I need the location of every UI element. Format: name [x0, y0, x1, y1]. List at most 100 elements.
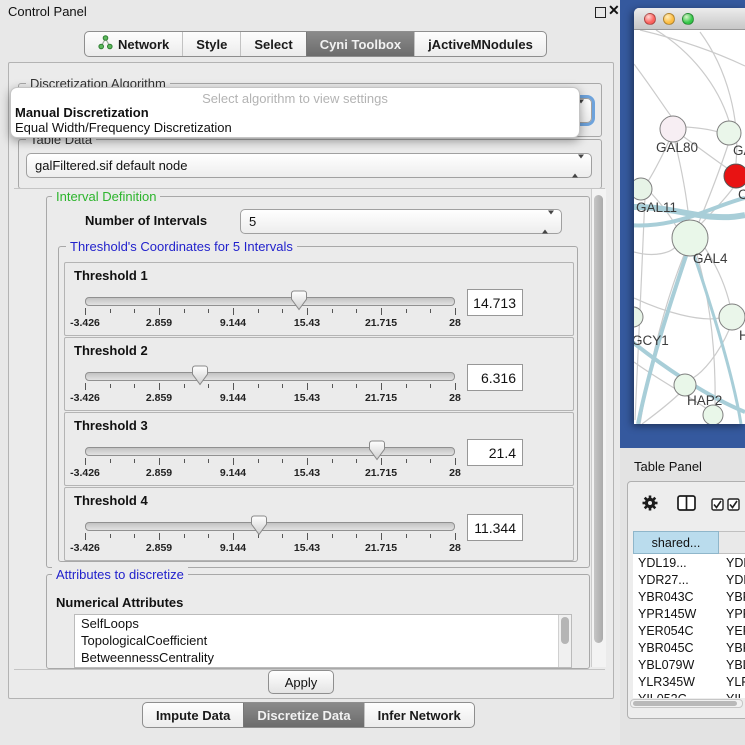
network-node-c[interactable]: [724, 164, 745, 188]
slider-track[interactable]: [85, 447, 455, 456]
node-label: GCY1: [634, 333, 669, 348]
numerical-attributes-list[interactable]: SelfLoopsTopologicalCoefficientBetweenne…: [74, 614, 572, 668]
slider-handle[interactable]: [250, 515, 268, 536]
network-window[interactable]: GAL80GACGAL11GAL4GCY1HHAP2: [634, 8, 745, 424]
slider-tick: [332, 309, 333, 313]
slider-track[interactable]: [85, 372, 455, 381]
threshold-value[interactable]: 11.344: [467, 514, 523, 541]
network-node-gal80[interactable]: [660, 116, 686, 142]
checkbox-checked-icon[interactable]: [711, 498, 724, 511]
close-traffic-light-icon[interactable]: [644, 13, 656, 25]
table-row[interactable]: YPR145WYPR1: [633, 606, 745, 623]
combo-stepper-icon[interactable]: [572, 158, 584, 173]
column-header-shared-name[interactable]: shared...: [633, 531, 719, 554]
threshold-value[interactable]: 14.713: [467, 289, 523, 316]
slider-tick: [455, 458, 456, 465]
table-row[interactable]: YBR045CYBR0: [633, 640, 745, 657]
tab-label: Infer Network: [378, 708, 461, 723]
slider-tick-label: 15.43: [294, 392, 320, 404]
split-pane-icon[interactable]: [677, 495, 696, 511]
threshold-box: Threshold 3-3.4262.8599.14415.4321.71528…: [64, 412, 574, 486]
threshold-slider[interactable]: -3.4262.8599.14415.4321.71528: [85, 293, 455, 331]
tab-cyni-toolbox[interactable]: Cyni Toolbox: [306, 32, 414, 56]
slider-tick: [208, 309, 209, 313]
network-edge[interactable]: [697, 255, 715, 406]
tab-style[interactable]: Style: [182, 32, 240, 56]
slider-track[interactable]: [85, 297, 455, 306]
close-icon[interactable]: ✕: [608, 2, 620, 19]
network-node-h[interactable]: [719, 304, 745, 330]
network-edge[interactable]: [656, 30, 729, 121]
tab-label: Style: [196, 37, 227, 52]
slider-handle[interactable]: [191, 365, 209, 386]
threshold-slider[interactable]: -3.4262.8599.14415.4321.71528: [85, 368, 455, 406]
list-scrollbar[interactable]: [558, 615, 571, 667]
tab-discretize-data[interactable]: Discretize Data: [243, 703, 363, 727]
slider-handle[interactable]: [368, 440, 386, 461]
scrollbar-thumb[interactable]: [594, 195, 603, 643]
cell-name: YBR0: [719, 640, 745, 657]
number-of-intervals-combobox[interactable]: 5: [240, 209, 562, 234]
checkbox-checked-icon[interactable]: [727, 498, 740, 511]
network-edge[interactable]: [686, 127, 718, 132]
slider-tick-label: -3.426: [70, 392, 100, 404]
table-row[interactable]: YBR043CYBR0: [633, 589, 745, 606]
scrollbar-thumb[interactable]: [633, 701, 737, 706]
network-node-gal11[interactable]: [634, 178, 652, 200]
slider-tick: [307, 383, 308, 390]
tab-jactivemnodules[interactable]: jActiveMNodules: [414, 32, 546, 56]
tab-infer-network[interactable]: Infer Network: [364, 703, 474, 727]
zoom-traffic-light-icon[interactable]: [682, 13, 694, 25]
slider-track[interactable]: [85, 522, 455, 531]
threshold-slider[interactable]: -3.4262.8599.14415.4321.71528: [85, 518, 455, 556]
network-node-gcy1[interactable]: [634, 307, 643, 327]
slider-tick-label: 2.859: [146, 392, 172, 404]
cell-name: YDR2: [719, 572, 745, 589]
threshold-value[interactable]: 6.316: [467, 364, 523, 391]
panel-title: Control Panel: [8, 4, 87, 19]
slider-tick: [430, 534, 431, 538]
horizontal-scrollbar[interactable]: [630, 699, 743, 708]
attribute-item[interactable]: TopologicalCoefficient: [75, 632, 571, 649]
network-edge[interactable]: [642, 394, 679, 424]
table-row[interactable]: YDL19...YDL1: [633, 555, 745, 572]
network-node[interactable]: [703, 405, 723, 424]
table-row[interactable]: YIL052CYIL0: [633, 691, 745, 698]
tab-network[interactable]: Network: [85, 32, 182, 56]
column-header-name[interactable]: n: [719, 531, 745, 554]
node-table[interactable]: shared... n YDL19...YDL1YDR27...YDR2YBR0…: [633, 531, 745, 698]
cell-name: YPR1: [719, 606, 745, 623]
slider-tick: [134, 384, 135, 388]
tab-impute-data[interactable]: Impute Data: [143, 703, 243, 727]
table-row[interactable]: YER054CYER0: [633, 623, 745, 640]
table-data-combobox[interactable]: galFiltered.sif default node: [26, 153, 592, 178]
vertical-scrollbar[interactable]: [591, 189, 606, 667]
table-row[interactable]: YLR345WYLR3: [633, 674, 745, 691]
network-canvas[interactable]: GAL80GACGAL11GAL4GCY1HHAP2: [634, 30, 745, 424]
float-window-icon[interactable]: [595, 7, 606, 18]
apply-button[interactable]: Apply: [268, 670, 334, 694]
attribute-item[interactable]: SelfLoops: [75, 615, 571, 632]
minimize-traffic-light-icon[interactable]: [663, 13, 675, 25]
attributes-group-title: Attributes to discretize: [52, 567, 188, 582]
attribute-item[interactable]: BetweennessCentrality: [75, 649, 571, 666]
combo-stepper-icon[interactable]: [542, 214, 554, 229]
table-row[interactable]: YDR27...YDR2: [633, 572, 745, 589]
slider-tick: [455, 383, 456, 390]
dropdown-option-equal-width-frequency[interactable]: Equal Width/Frequency Discretization: [15, 120, 232, 135]
network-node-ga[interactable]: [717, 121, 741, 145]
threshold-slider[interactable]: -3.4262.8599.14415.4321.71528: [85, 443, 455, 481]
cell-shared-name: YBR043C: [633, 589, 719, 606]
slider-tick: [356, 384, 357, 388]
gear-icon[interactable]: [641, 494, 659, 512]
slider-handle[interactable]: [290, 290, 308, 311]
dropdown-option-manual-discretization[interactable]: Manual Discretization: [15, 105, 149, 120]
network-edge[interactable]: [634, 246, 676, 254]
slider-tick: [282, 384, 283, 388]
network-window-titlebar[interactable]: [634, 8, 745, 30]
network-edge[interactable]: [634, 64, 671, 116]
tab-select[interactable]: Select: [240, 32, 305, 56]
table-row[interactable]: YBL079WYBL0: [633, 657, 745, 674]
threshold-value[interactable]: 21.4: [467, 439, 523, 466]
scrollbar-thumb[interactable]: [561, 617, 569, 644]
